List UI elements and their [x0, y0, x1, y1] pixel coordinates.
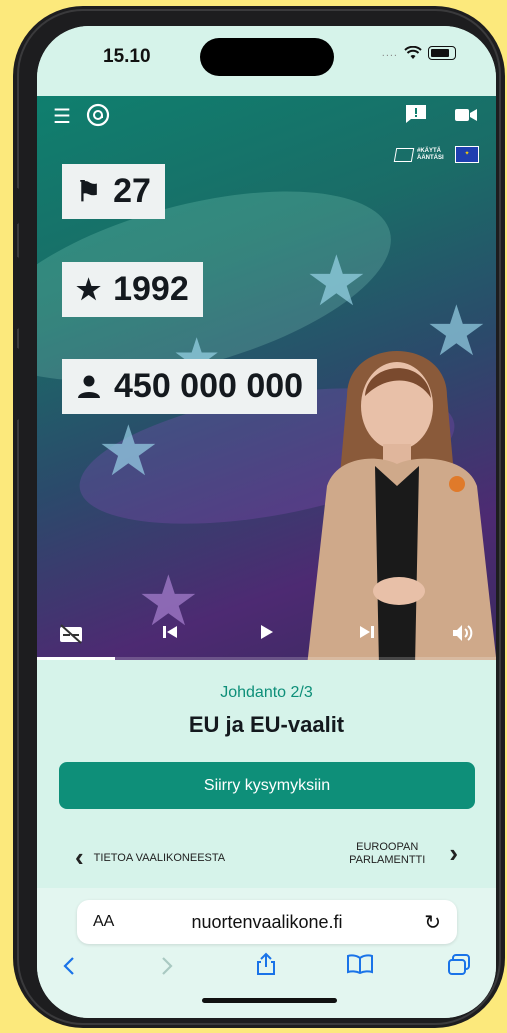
menu-icon[interactable]: ☰ [53, 104, 71, 129]
next-chapter-label-line1: EUROOPAN [356, 840, 419, 853]
share-icon[interactable] [255, 952, 277, 976]
feedback-icon[interactable] [405, 104, 427, 124]
status-time: 15.10 [103, 46, 151, 67]
next-chapter-label: EUROOPAN PARLAMENTTI [349, 841, 425, 867]
chapter-navigation: ‹ TIETOA VAALIKONEESTA EUROOPAN PARLAMEN… [37, 838, 496, 878]
intro-content: Johdanto 2/3 EU ja EU-vaalit Siirry kysy… [37, 660, 496, 888]
chevron-right-icon: › [449, 838, 458, 868]
volume-down-button [13, 348, 19, 420]
skip-next-icon[interactable] [359, 624, 375, 640]
battery-icon [428, 46, 456, 60]
forward-icon[interactable] [161, 956, 173, 976]
status-bar: 15.10 .... [37, 26, 496, 96]
volume-up-button [13, 257, 19, 329]
next-chapter-link[interactable]: EUROOPAN PARLAMENTTI › [349, 838, 458, 869]
intro-video[interactable]: ★ ★ ★ ★ ★ ☰ #KÄYTÄ ÄÄNTÄSI ✦ ⚑ 27 ★ 1992… [37, 96, 496, 660]
browser-toolbar [37, 950, 496, 990]
play-icon[interactable] [260, 624, 274, 640]
subtitles-off-icon[interactable] [59, 624, 83, 644]
back-icon[interactable] [63, 956, 75, 976]
chapter-indicator: Johdanto 2/3 [220, 684, 313, 701]
campaign-badge: #KÄYTÄ ÄÄNTÄSI ✦ [393, 146, 479, 163]
star-icon: ★ [76, 274, 102, 305]
stat-value: 450 000 000 [114, 367, 304, 405]
prev-chapter-label: TIETOA VAALIKONEESTA [93, 851, 226, 864]
address-bar[interactable]: AA nuortenvaalikone.fi ↻ [77, 900, 457, 944]
signal-dots: .... [381, 47, 398, 59]
stat-value: 1992 [113, 270, 189, 308]
camera-icon[interactable] [455, 108, 477, 122]
flag-icon: ⚑ [76, 176, 102, 207]
stat-value: 27 [113, 172, 151, 210]
stat-population: 450 000 000 [62, 359, 318, 414]
dynamic-island [200, 38, 334, 76]
video-controls [37, 616, 496, 656]
person-icon [78, 375, 100, 398]
ballot-icon [393, 147, 415, 162]
bookmarks-icon[interactable] [347, 954, 373, 974]
stat-member-states: ⚑ 27 [62, 164, 165, 219]
chevron-left-icon: ‹ [75, 842, 84, 872]
next-chapter-label-line2: PARLAMENTTI [349, 853, 426, 866]
go-to-questions-button[interactable]: Siirry kysymyksiin [59, 762, 475, 809]
video-top-bar: ☰ [37, 96, 496, 136]
page-title: EU ja EU-vaalit [188, 712, 345, 737]
volume-icon[interactable] [452, 624, 474, 642]
status-icons: .... [382, 46, 456, 60]
reload-icon[interactable]: ↻ [424, 910, 441, 935]
stat-year: ★ 1992 [62, 262, 203, 317]
skip-previous-icon[interactable] [162, 624, 178, 640]
presenter-figure [307, 351, 496, 660]
flag-star-icon: ★ [97, 412, 160, 490]
mute-switch [13, 188, 19, 224]
url-text[interactable]: nuortenvaalikone.fi [77, 912, 457, 933]
prev-chapter-link[interactable]: ‹ TIETOA VAALIKONEESTA [75, 842, 225, 873]
phone-screen: 15.10 .... ★ ★ ★ ★ ★ ☰ #KÄYTÄ ÄÄNTÄSI ✦ … [37, 26, 496, 1018]
eu-flag-icon: ✦ [455, 146, 479, 163]
campaign-badge-text: #KÄYTÄ ÄÄNTÄSI [417, 147, 444, 161]
browser-chrome: AA nuortenvaalikone.fi ↻ [37, 888, 496, 1018]
app-logo-icon[interactable] [85, 102, 111, 128]
wifi-icon [404, 46, 422, 59]
tabs-icon[interactable] [447, 954, 471, 976]
home-indicator[interactable] [202, 998, 337, 1003]
flag-star-icon: ★ [305, 242, 368, 320]
